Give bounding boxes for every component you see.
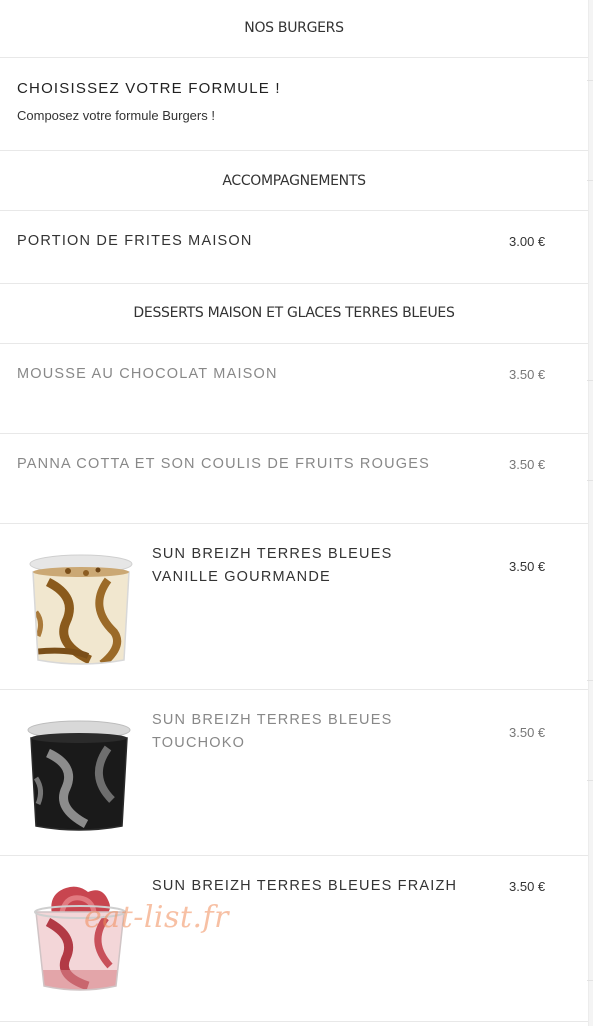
item-name-line2: VANILLE GOURMANDE (152, 569, 331, 585)
vanilla-ice-cream-tub-image (29, 554, 133, 665)
item-name: SUN BREIZH TERRES BLEUES FRAIZH (152, 878, 458, 894)
item-name-line1: SUN BREIZH TERRES BLEUES (152, 546, 393, 562)
section-title: DESSERTS MAISON ET GLACES TERRES BLEUES (133, 305, 455, 321)
section-header-sides[interactable]: ACCOMPAGNEMENTS (0, 151, 588, 211)
section-title: NOS BURGERS (244, 20, 344, 36)
scrollbar-tick (587, 480, 593, 481)
scrollbar-tick (587, 180, 593, 181)
item-name: PORTION DE FRITES MAISON (17, 233, 253, 249)
scrollbar-tick (587, 80, 593, 81)
formula-block[interactable]: CHOISISSEZ VOTRE FORMULE ! Composez votr… (0, 58, 588, 151)
item-price: 3.50 € (509, 725, 546, 740)
menu-item[interactable]: PANNA COTTA ET SON COULIS DE FRUITS ROUG… (0, 434, 588, 524)
formula-subtitle: Composez votre formule Burgers ! (17, 108, 215, 123)
menu-item[interactable]: MOUSSE AU CHOCOLAT MAISON 3.50 € (0, 344, 588, 434)
menu-item[interactable]: SUN BREIZH TERRES BLEUES FRAIZH 3.50 € (0, 856, 588, 1022)
item-name-line1: SUN BREIZH TERRES BLEUES (152, 712, 393, 728)
section-header-desserts[interactable]: DESSERTS MAISON ET GLACES TERRES BLEUES (0, 284, 588, 344)
scrollbar-tick (587, 380, 593, 381)
menu-item[interactable]: PORTION DE FRITES MAISON 3.00 € (0, 211, 588, 284)
scrollbar-track[interactable] (587, 0, 593, 1026)
item-price: 3.50 € (509, 367, 546, 382)
item-price: 3.00 € (509, 234, 546, 249)
section-header-burgers[interactable]: NOS BURGERS (0, 0, 588, 58)
menu-item[interactable]: SUN BREIZH TERRES BLEUES TOUCHOKO 3.50 € (0, 690, 588, 856)
item-price: 3.50 € (509, 457, 546, 472)
item-name: PANNA COTTA ET SON COULIS DE FRUITS ROUG… (17, 456, 430, 472)
item-price: 3.50 € (509, 559, 546, 574)
scrollbar-tick (587, 780, 593, 781)
item-name-line2: TOUCHOKO (152, 735, 246, 751)
section-title: ACCOMPAGNEMENTS (222, 173, 366, 189)
menu-item[interactable]: SUN BREIZH TERRES BLEUES VANILLE GOURMAN… (0, 524, 588, 690)
watermark-logo: eat-list.fr (84, 900, 229, 935)
item-name: MOUSSE AU CHOCOLAT MAISON (17, 366, 278, 382)
menu-page: NOS BURGERS CHOISISSEZ VOTRE FORMULE ! C… (0, 0, 588, 1026)
chocolate-ice-cream-tub-image (27, 720, 131, 831)
formula-title: CHOISISSEZ VOTRE FORMULE ! (17, 80, 281, 97)
scrollbar-tick (587, 680, 593, 681)
item-price: 3.50 € (509, 879, 546, 894)
scrollbar-tick (587, 980, 593, 981)
